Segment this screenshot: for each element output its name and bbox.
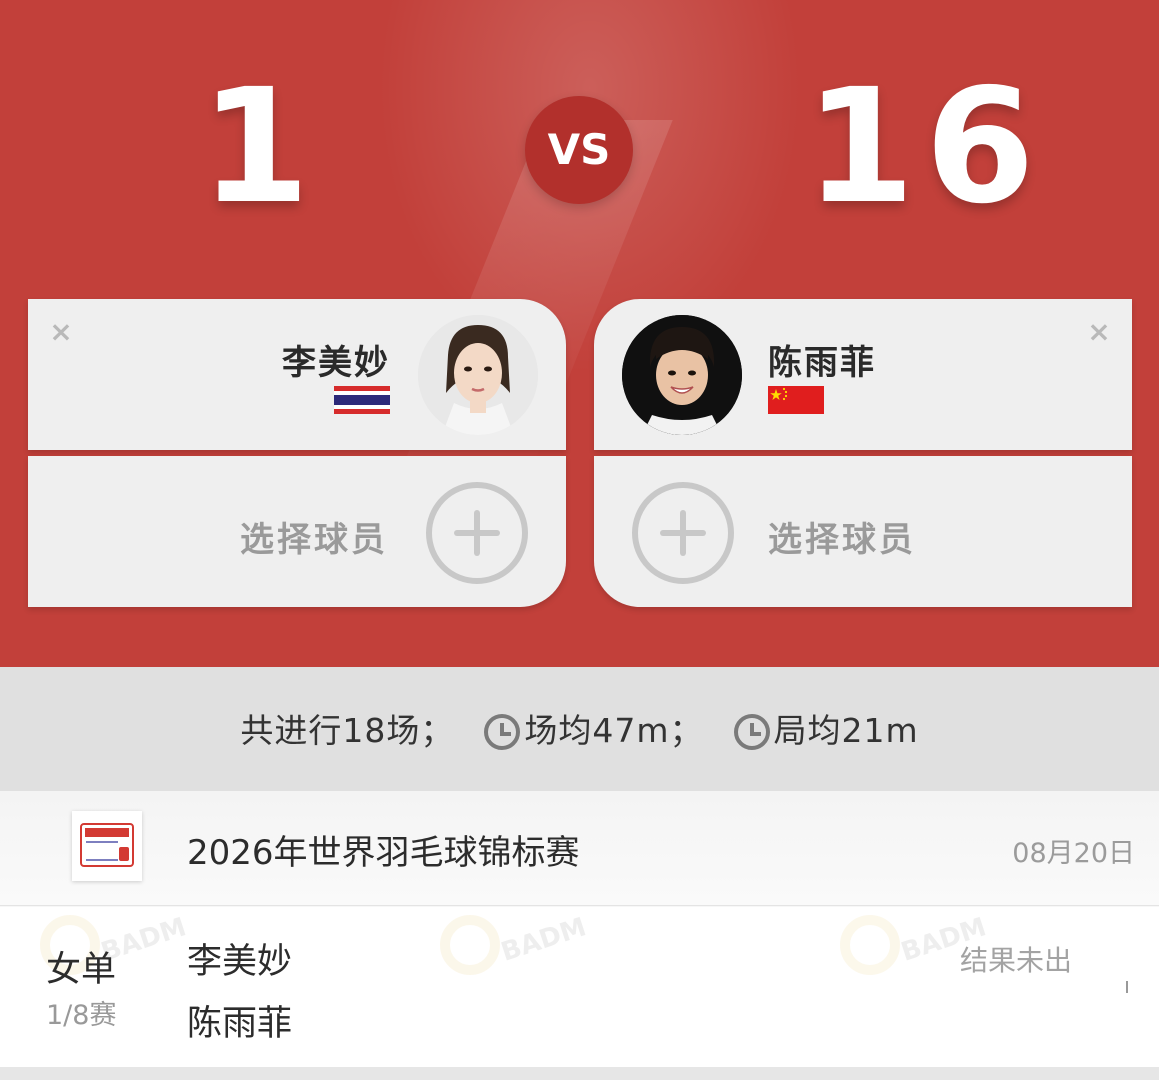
clock-icon [484,714,521,750]
select-player-label: 选择球员 [240,520,388,560]
left-player-wins: 1 [200,55,314,239]
match-result-status: 结果未出 [960,944,1073,977]
stats-bar: 共进行18场； 场均47m； 局均21m [0,667,1159,791]
right-player-panel: 陈雨菲 × 选择球员 [594,299,1132,607]
match-player-b: 陈雨菲 [187,1004,293,1044]
left-player-name: 李美妙 [282,343,390,383]
left-player-card[interactable]: × 李美妙 [28,299,566,450]
event-title: 2026年世界羽毛球锦标赛 [187,833,580,873]
china-flag-icon [768,386,824,414]
stats-summary: 共进行18场； 场均47m； 局均21m [0,703,1159,753]
add-player-icon[interactable] [632,482,734,584]
select-player-label: 选择球员 [768,520,916,560]
average-game-time: 局均21m [773,711,919,750]
match-category: 女单 [46,950,117,990]
match-player-a: 李美妙 [187,942,293,982]
left-player-avatar [418,315,538,435]
vs-badge: VS [525,96,633,204]
head-to-head-header: 1 VS 16 × 李美妙 选择球员 陈雨菲 × 选择球员 [0,0,1159,667]
average-match-time: 场均47m； [524,711,704,750]
right-player-wins: 16 [805,55,1045,239]
match-round: 1/8赛 [46,1000,117,1031]
thailand-flag-icon [334,386,390,414]
logo-emblem [119,847,129,861]
right-player-name: 陈雨菲 [768,343,876,383]
right-select-player-card[interactable]: 选择球员 [594,456,1132,607]
left-player-panel: × 李美妙 选择球员 [28,299,566,607]
event-header-row[interactable]: 2026年世界羽毛球锦标赛 08月20日 [0,791,1159,906]
total-matches: 共进行18场； [240,711,455,750]
tournament-logo-badge [80,823,134,867]
logo-text-lines [86,841,118,861]
right-player-card[interactable]: 陈雨菲 × [594,299,1132,450]
badminton-watermark: BADM [440,912,590,995]
clock-icon [733,714,770,750]
add-player-icon[interactable] [426,482,528,584]
player-photo-icon [418,315,538,435]
divider-tick [1126,981,1128,993]
close-icon[interactable]: × [1086,318,1112,346]
event-date: 08月20日 [1012,838,1135,869]
right-player-avatar [622,315,742,435]
player-photo-icon [622,315,742,435]
left-select-player-card[interactable]: 选择球员 [28,456,566,607]
close-icon[interactable]: × [48,318,74,346]
bottom-strip [0,1067,1159,1080]
logo-banner [85,828,129,837]
tournament-logo [72,811,142,881]
match-row[interactable]: BADM BADM BADM 女单 1/8赛 李美妙 陈雨菲 结果未出 [0,907,1159,1067]
